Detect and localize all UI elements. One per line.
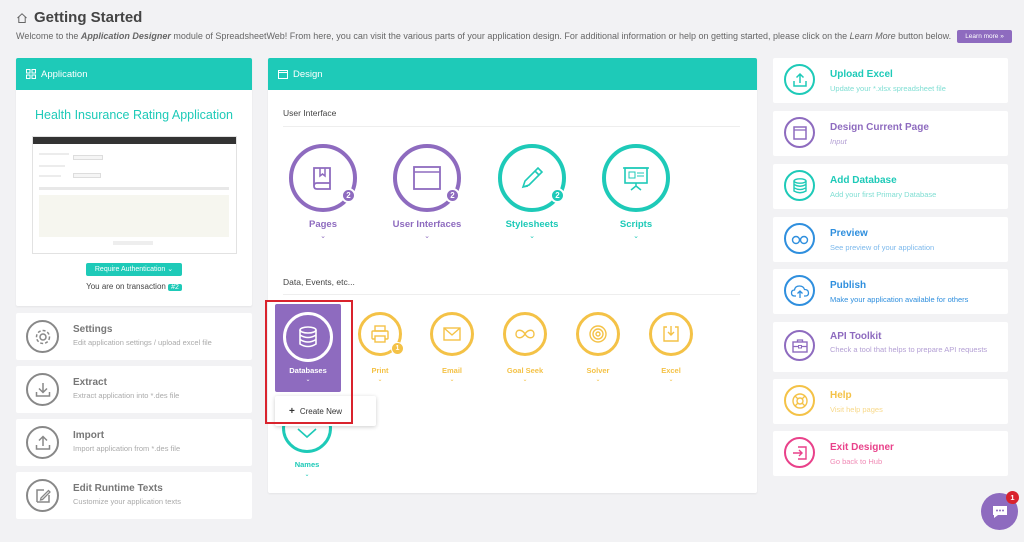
add-database-button[interactable]: Add Database Add your first Primary Data… — [773, 164, 1008, 209]
stylesheets-count-badge: 2 — [550, 188, 565, 203]
excel-download-icon — [663, 326, 679, 342]
preview-button[interactable]: Preview See preview of your application — [773, 217, 1008, 262]
print-count-badge: 1 — [391, 342, 404, 355]
solver-label[interactable]: Solver — [563, 366, 633, 375]
print-label[interactable]: Print — [345, 366, 415, 375]
page-header: Getting Started Welcome to the Applicati… — [16, 9, 1012, 43]
exit-designer-button[interactable]: Exit Designer Go back to Hub — [773, 431, 1008, 476]
email-label[interactable]: Email — [417, 366, 487, 375]
target-icon — [589, 325, 607, 343]
window-icon — [413, 166, 441, 190]
transaction-badge[interactable]: #2 — [168, 284, 182, 291]
email-button[interactable] — [430, 312, 474, 356]
user-interfaces-label[interactable]: User Interfaces — [372, 219, 482, 230]
chat-notification-badge: 1 — [1006, 491, 1019, 504]
chevron-down-icon[interactable]: ⌄ — [372, 232, 482, 240]
lifebuoy-icon — [784, 385, 815, 416]
toolbox-icon — [784, 330, 815, 361]
edit-runtime-texts-button[interactable]: Edit Runtime Texts Customize your applic… — [16, 472, 252, 519]
chat-icon — [992, 505, 1007, 518]
page-subtitle: Welcome to the Application Designer modu… — [16, 30, 1016, 43]
glasses-icon — [784, 223, 815, 254]
page-title: Getting Started — [16, 9, 142, 26]
database-icon — [784, 170, 815, 201]
home-icon — [17, 12, 27, 23]
chevron-down-icon[interactable]: ⌄ — [581, 232, 691, 240]
user-interfaces-count-badge: 2 — [445, 188, 460, 203]
envelope-icon — [443, 327, 461, 341]
pen-icon — [521, 166, 544, 189]
section-user-interface: User Interface — [283, 108, 337, 118]
goal-seek-label[interactable]: Goal Seek — [490, 366, 560, 375]
window-icon — [784, 117, 815, 148]
chevron-down-icon[interactable]: ⌄ — [268, 232, 378, 240]
section-data-events: Data, Events, etc... — [283, 277, 355, 287]
scripts-label[interactable]: Scripts — [581, 219, 691, 230]
design-card: Design — [268, 58, 757, 493]
divider — [283, 126, 740, 127]
names-label[interactable]: Names — [272, 460, 342, 469]
presentation-icon — [623, 167, 649, 191]
exit-icon — [784, 437, 815, 468]
goal-seek-button[interactable] — [503, 312, 547, 356]
chevron-down-icon[interactable]: ⌄ — [417, 376, 487, 383]
highlight-box — [265, 300, 353, 424]
transaction-status: You are on transaction #2 — [16, 282, 252, 291]
printer-icon — [371, 325, 389, 343]
learn-more-button[interactable]: Learn more » — [957, 30, 1012, 43]
chevron-down-icon[interactable]: ⌄ — [272, 471, 342, 478]
application-card-header: Application — [16, 58, 252, 90]
design-current-page-button[interactable]: Design Current Page Input — [773, 111, 1008, 156]
divider — [283, 294, 740, 295]
infinity-icon — [515, 329, 535, 339]
pages-label[interactable]: Pages — [268, 219, 378, 230]
require-authentication-dropdown[interactable]: Require Authentication ⌄ — [86, 263, 182, 276]
edit-icon — [26, 479, 59, 512]
cloud-upload-icon — [784, 275, 815, 306]
import-button[interactable]: Import Import application from *.des fil… — [16, 419, 252, 466]
settings-button[interactable]: Settings Edit application settings / upl… — [16, 313, 252, 360]
chevron-down-icon[interactable]: ⌄ — [345, 376, 415, 383]
chevron-down-icon[interactable]: ⌄ — [563, 376, 633, 383]
solver-button[interactable] — [576, 312, 620, 356]
stylesheets-label[interactable]: Stylesheets — [477, 219, 587, 230]
upload-icon — [26, 426, 59, 459]
application-card: Application Health Insurance Rating Appl… — [16, 58, 252, 306]
help-button[interactable]: Help Visit help pages — [773, 379, 1008, 424]
gear-icon — [26, 320, 59, 353]
chevron-down-icon[interactable]: ⌄ — [477, 232, 587, 240]
window-icon — [278, 69, 288, 79]
page-title-text: Getting Started — [34, 9, 143, 26]
application-thumbnail[interactable] — [32, 136, 237, 254]
application-title[interactable]: Health Insurance Rating Application — [16, 108, 252, 122]
design-card-header: Design — [268, 58, 757, 90]
scripts-button[interactable] — [602, 144, 670, 212]
chevron-down-icon[interactable]: ⌄ — [636, 376, 706, 383]
grid-icon — [26, 69, 36, 79]
upload-excel-button[interactable]: Upload Excel Update your *.xlsx spreadsh… — [773, 58, 1008, 103]
pages-count-badge: 2 — [341, 188, 356, 203]
book-icon — [313, 167, 331, 190]
extract-button[interactable]: Extract Extract application into *.des f… — [16, 366, 252, 413]
upload-icon — [784, 64, 815, 95]
excel-label[interactable]: Excel — [636, 366, 706, 375]
publish-button[interactable]: Publish Make your application available … — [773, 269, 1008, 314]
api-toolkit-button[interactable]: API Toolkit Check a tool that helps to p… — [773, 322, 1008, 372]
chevron-down-icon[interactable]: ⌄ — [490, 376, 560, 383]
excel-button[interactable] — [649, 312, 693, 356]
download-icon — [26, 373, 59, 406]
